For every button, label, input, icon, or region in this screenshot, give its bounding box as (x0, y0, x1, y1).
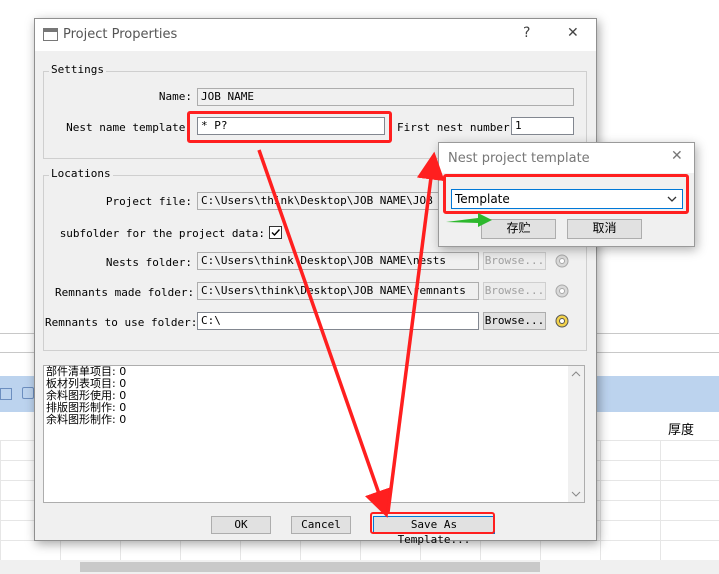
cancel-button[interactable]: Cancel (291, 516, 351, 534)
remnants-use-input[interactable]: C:\ (197, 312, 479, 330)
sub-dialog-title: Nest project template (448, 151, 590, 166)
subfolder-checkbox[interactable] (269, 226, 282, 239)
gear-icon[interactable] (553, 282, 571, 300)
project-file-field[interactable]: C:\Users\think\Desktop\JOB NAME\JOB NAME (197, 192, 441, 210)
settings-legend: Settings (49, 63, 106, 76)
remnants-use-browse-button[interactable]: Browse... (483, 312, 546, 330)
locations-legend: Locations (49, 167, 113, 180)
nests-folder-field[interactable]: C:\Users\think\Desktop\JOB NAME\nests (197, 252, 479, 270)
nests-browse-button[interactable]: Browse... (483, 252, 546, 270)
first-nest-input[interactable]: 1 (511, 117, 574, 135)
background-column-header: 厚度 (668, 423, 695, 438)
dialog-title: Project Properties (63, 27, 178, 42)
close-icon[interactable]: ✕ (567, 25, 579, 41)
window-icon (43, 28, 58, 41)
first-nest-label: First nest number: (397, 121, 517, 134)
ok-button[interactable]: OK (211, 516, 271, 534)
summary-log: 部件清单项目: 0 板材列表项目: 0 余料图形使用: 0 排版图形制作: 0 … (43, 365, 585, 503)
project-file-label: Project file: (105, 195, 192, 208)
name-field[interactable]: JOB NAME (197, 88, 574, 106)
checkmark-icon (271, 229, 281, 237)
save-template-button[interactable]: 存贮 (481, 219, 556, 239)
subfolder-label: subfolder for the project data: (59, 227, 265, 240)
annotation-highlight-box (443, 174, 689, 214)
remnants-made-browse-button[interactable]: Browse... (483, 282, 546, 300)
log-scrollbar[interactable] (568, 366, 584, 502)
log-line: 余料图形制作: 0 (46, 413, 127, 426)
gear-icon[interactable] (553, 312, 571, 330)
name-label: Name: (158, 90, 192, 103)
scroll-arrows-icon (571, 371, 581, 497)
annotation-highlight-box (187, 111, 392, 143)
annotation-highlight-box (370, 512, 495, 534)
close-icon[interactable]: ✕ (671, 148, 683, 164)
project-properties-dialog: Project Properties ? ✕ Settings Name: JO… (34, 18, 597, 546)
remnants-made-field[interactable]: C:\Users\think\Desktop\JOB NAME\remnants (197, 282, 479, 300)
nest-template-label: Nest name template: (66, 121, 192, 134)
remnants-use-label: Remnants to use folder: (45, 316, 198, 329)
cancel-template-button[interactable]: 取消 (567, 219, 642, 239)
remnants-made-label: Remnants made folder: (55, 286, 195, 299)
nests-folder-label: Nests folder: (105, 256, 192, 269)
help-button[interactable]: ? (523, 25, 530, 41)
background-scrollbar-thumb[interactable] (80, 562, 540, 572)
gear-icon[interactable] (553, 252, 571, 270)
dialog-titlebar: Project Properties ? ✕ (35, 19, 596, 51)
sub-dialog-titlebar: Nest project template ✕ (439, 143, 694, 173)
